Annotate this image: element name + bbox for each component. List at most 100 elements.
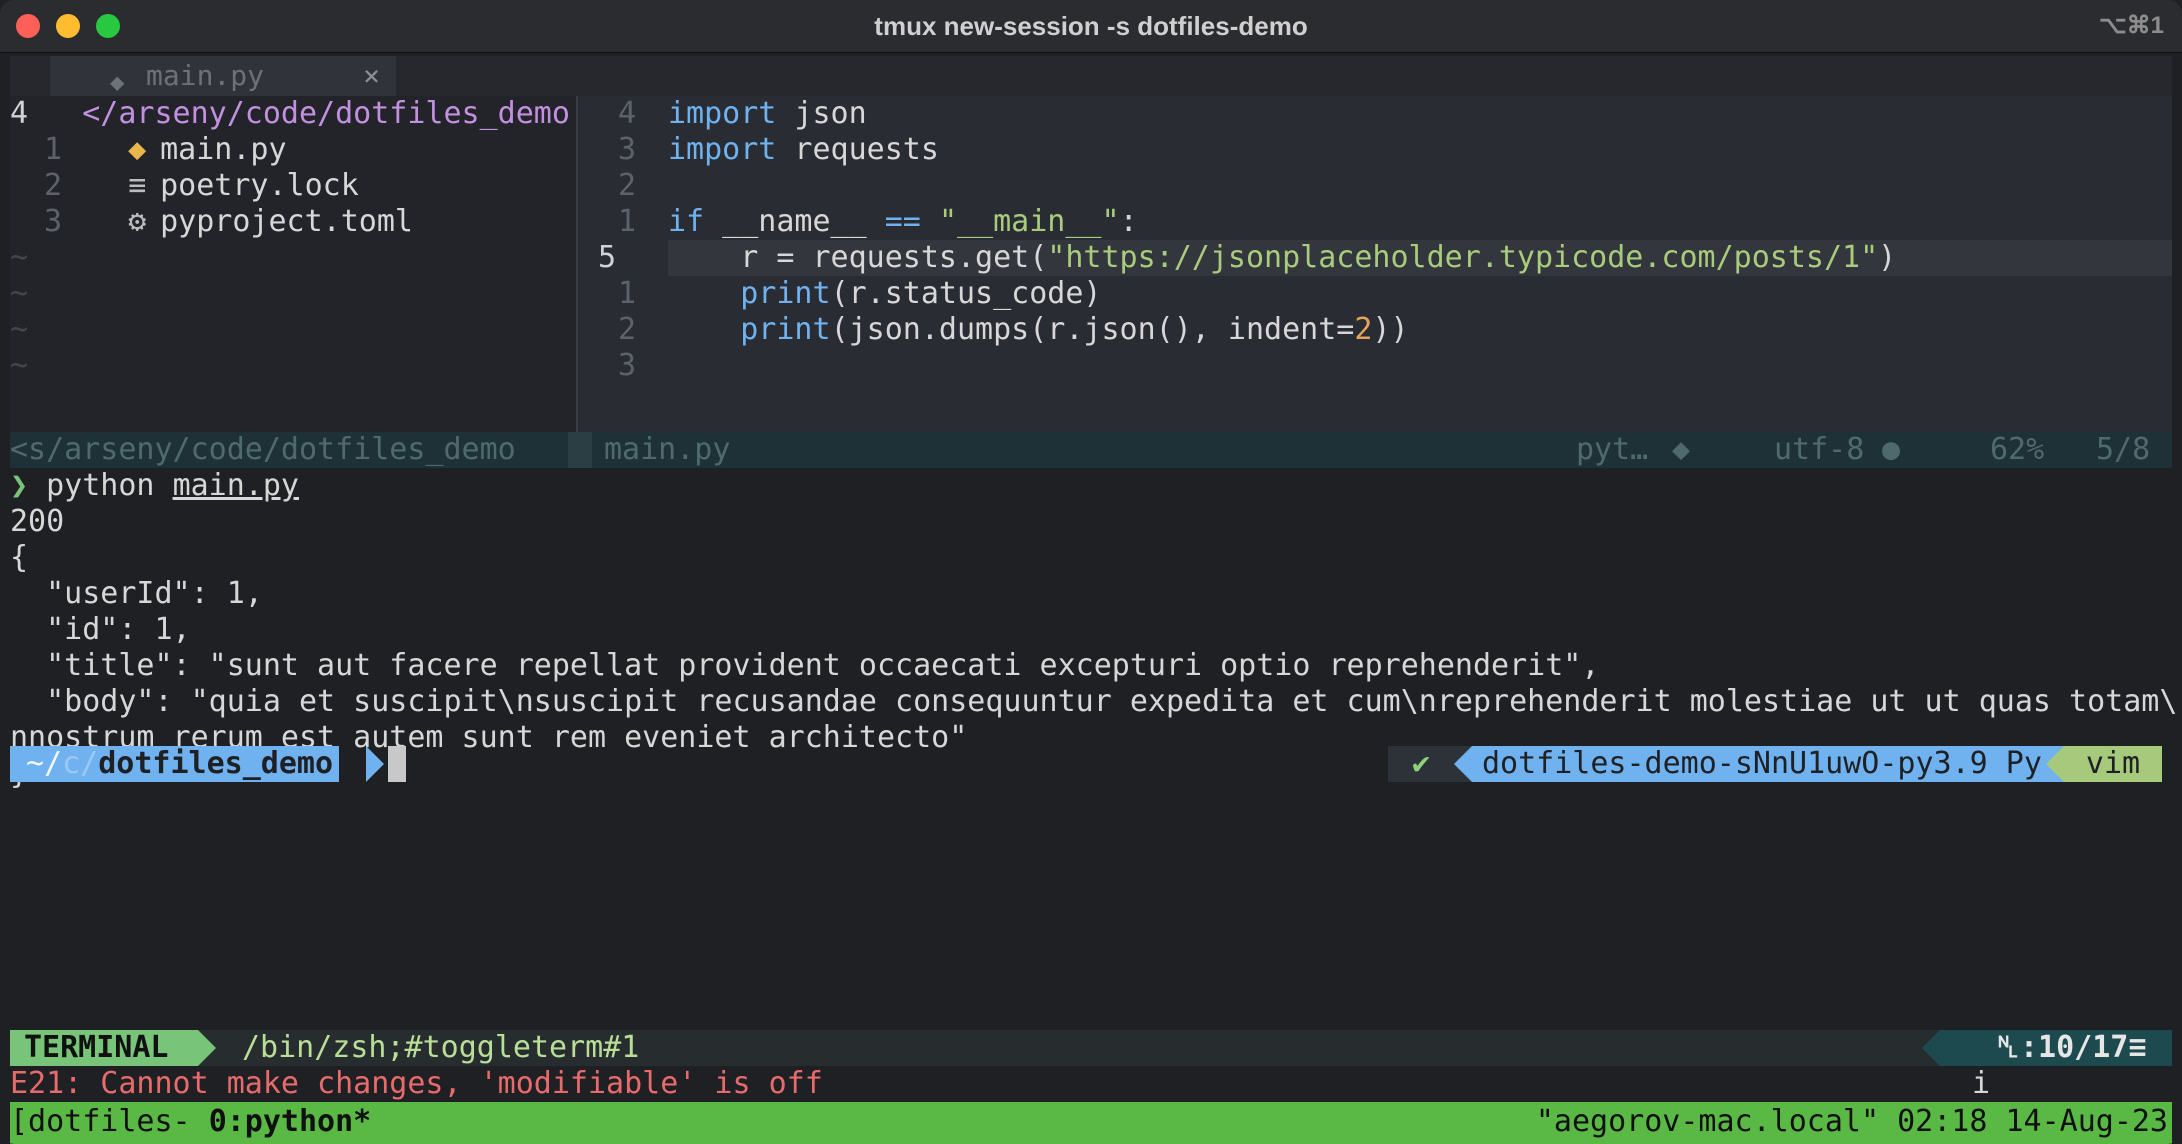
code-line[interactable]: 3 import requests (578, 132, 939, 168)
statusline-filetype: pyt… (1576, 432, 1649, 467)
code-token-kw: == (884, 204, 921, 239)
close-icon[interactable]: × (363, 56, 380, 96)
tmux-window-index: 0 (208, 1104, 227, 1139)
tree-root-row[interactable]: 4 </arseny/code/dotfiles_demo (10, 96, 570, 132)
code-line[interactable]: 1 if __name__ == "__main__": (578, 204, 1138, 240)
code-token: requests (776, 132, 939, 167)
code-token: r = requests.get( (668, 240, 1048, 275)
statusline-position: 5/8 (2096, 432, 2151, 467)
title-bar: tmux new-session -s dotfiles-demo ⌥⌘1 (0, 0, 2182, 53)
tmux-status-bar: [dotfiles- 0:python* "aegorov-mac.local"… (10, 1102, 2172, 1144)
empty-line-marker: ~ (10, 312, 29, 347)
tmux-window-list[interactable]: [dotfiles- 0:python* (10, 1102, 371, 1142)
code-line[interactable]: 4 import json (578, 96, 867, 132)
line-number: 3 (617, 132, 636, 167)
code-token-fn: print (740, 276, 831, 311)
output-line: "title": "sunt aut facere repellat provi… (10, 648, 1600, 683)
code-token: json (776, 96, 867, 131)
line-number: 3 (617, 348, 636, 383)
line-number: 1 (617, 276, 636, 311)
code-token-str: "https://jsonplaceholder.typicode.com/po… (1047, 240, 1879, 275)
tree-item-pyproject-toml[interactable]: 3 ⚙ pyproject.toml (10, 204, 413, 240)
code-line[interactable]: 1 print(r.status_code) (578, 276, 1102, 312)
success-check-icon: ✔ (1388, 746, 1454, 782)
python-icon: ◆ (1672, 432, 1691, 467)
prompt-home: ~/ (26, 746, 63, 781)
terminal-statusline: TERMINAL /bin/zsh;#toggleterm#1 ␤:10/17≡ (10, 1030, 2172, 1066)
tree-item-name: pyproject.toml (160, 204, 413, 239)
tree-line-number: 1 (44, 132, 63, 167)
output-line: "body": "quia et suscipit\nsuscipit recu… (10, 684, 2178, 719)
python-file-icon: ◆ (128, 132, 147, 167)
code-token-str: "__main__" (938, 204, 1120, 239)
code-editor-pane[interactable]: 4 import json 3 import requests 2 1 if __name_… (578, 96, 2172, 432)
output-line: { (10, 540, 29, 575)
tree-line-number: 4 (10, 96, 29, 131)
terminal-process-path: /bin/zsh;#toggleterm#1 (242, 1030, 640, 1065)
empty-line-marker: ~ (10, 276, 29, 311)
code-token-kw: if (668, 204, 705, 239)
code-line[interactable]: 5 r = requests.get("https://jsonplacehol… (578, 240, 1896, 276)
prompt-chevron-icon: ❯ (10, 468, 29, 503)
code-token: (r.status_code) (830, 276, 1102, 311)
gear-icon: ⚙ (128, 204, 147, 239)
virtualenv-segment: dotfiles-demo-sNnU1uwO-py3.9 Py (1472, 746, 2046, 782)
empty-line-marker: ~ (10, 240, 29, 275)
code-token-num: 2 (1354, 312, 1373, 347)
command-argument: main.py (172, 468, 299, 503)
output-line: "id": 1, (10, 612, 191, 647)
statusline-tree-path: <s/arseny/code/dotfiles_demo (10, 432, 516, 467)
line-number: 5 (598, 240, 617, 275)
tree-item-name: poetry.lock (160, 168, 359, 203)
buffer-tabline: ◆ main.py × (10, 56, 2172, 96)
buffer-tab-label: main.py (146, 59, 265, 92)
tree-line-number: 2 (44, 168, 63, 203)
terminal-cursor (388, 746, 406, 782)
code-line[interactable]: 2 print(json.dumps(r.json(), indent=2)) (578, 312, 1409, 348)
code-token-fn: print (740, 312, 831, 347)
file-tree-panel: 4 </arseny/code/dotfiles_demo 1 ◆ main.py 2… (10, 96, 576, 432)
vim-segment: vim (2064, 746, 2162, 782)
statusline-percent: 62% (1990, 432, 2045, 467)
prompt-mid: c/ (62, 746, 99, 781)
line-position-indicator: ␤:10/17≡ (1940, 1030, 2172, 1066)
statusline-filename: main.py (604, 432, 731, 467)
statusline-encoding: utf-8 (1774, 432, 1865, 467)
terminal-area[interactable]: ◆ main.py × 4 </arseny/code/dotfiles_dem… (10, 56, 2177, 1144)
position-arrow (1922, 1030, 1940, 1066)
prompt-venv-arrow (1454, 746, 1472, 782)
line-number: 1 (617, 204, 636, 239)
prompt-vim-arrow (2046, 746, 2064, 782)
right-prompt: ✔ dotfiles-demo-sNnU1uwO-py3.9 Py vim (1366, 746, 2162, 782)
code-token: ) (1878, 240, 1897, 275)
code-token-kw: import (668, 96, 777, 131)
code-line[interactable]: 2 (578, 168, 668, 204)
tmux-session-name: [dotfiles- (10, 1104, 209, 1139)
lock-file-icon: ≡ (128, 168, 147, 203)
command-name: python (46, 468, 155, 503)
empty-line-marker: ~ (10, 348, 29, 383)
window-shortcut: ⌥⌘1 (2098, 12, 2164, 39)
statusline-divider (568, 432, 592, 468)
buffer-tab-main-py[interactable]: ◆ main.py × (50, 56, 396, 96)
window-title: tmux new-session -s dotfiles-demo (874, 11, 1308, 41)
output-line: 200 (10, 504, 65, 539)
mode-indicator: TERMINAL (10, 1030, 198, 1066)
prompt-path-segment: ~/c/dotfiles_demo (10, 746, 340, 782)
tree-item-main-py[interactable]: 1 ◆ main.py (10, 132, 287, 168)
message-line: E21: Cannot make changes, 'modifiable' i… (10, 1066, 2172, 1102)
mode-arrow (198, 1030, 216, 1066)
prompt-directory: dotfiles_demo (98, 746, 334, 781)
code-token: : (1119, 204, 1138, 239)
code-line[interactable]: 3 (578, 348, 668, 384)
editor-statusline: <s/arseny/code/dotfiles_demo main.py pyt… (10, 432, 2172, 468)
line-number: 4 (617, 96, 636, 131)
command-line: ❯ python main.py (10, 468, 299, 504)
line-number: 2 (617, 312, 636, 347)
prompt-arrow (366, 746, 384, 782)
terminal-window: tmux new-session -s dotfiles-demo ⌥⌘1 ◆ … (0, 0, 2182, 1144)
tree-item-poetry-lock[interactable]: 2 ≡ poetry.lock (10, 168, 359, 204)
